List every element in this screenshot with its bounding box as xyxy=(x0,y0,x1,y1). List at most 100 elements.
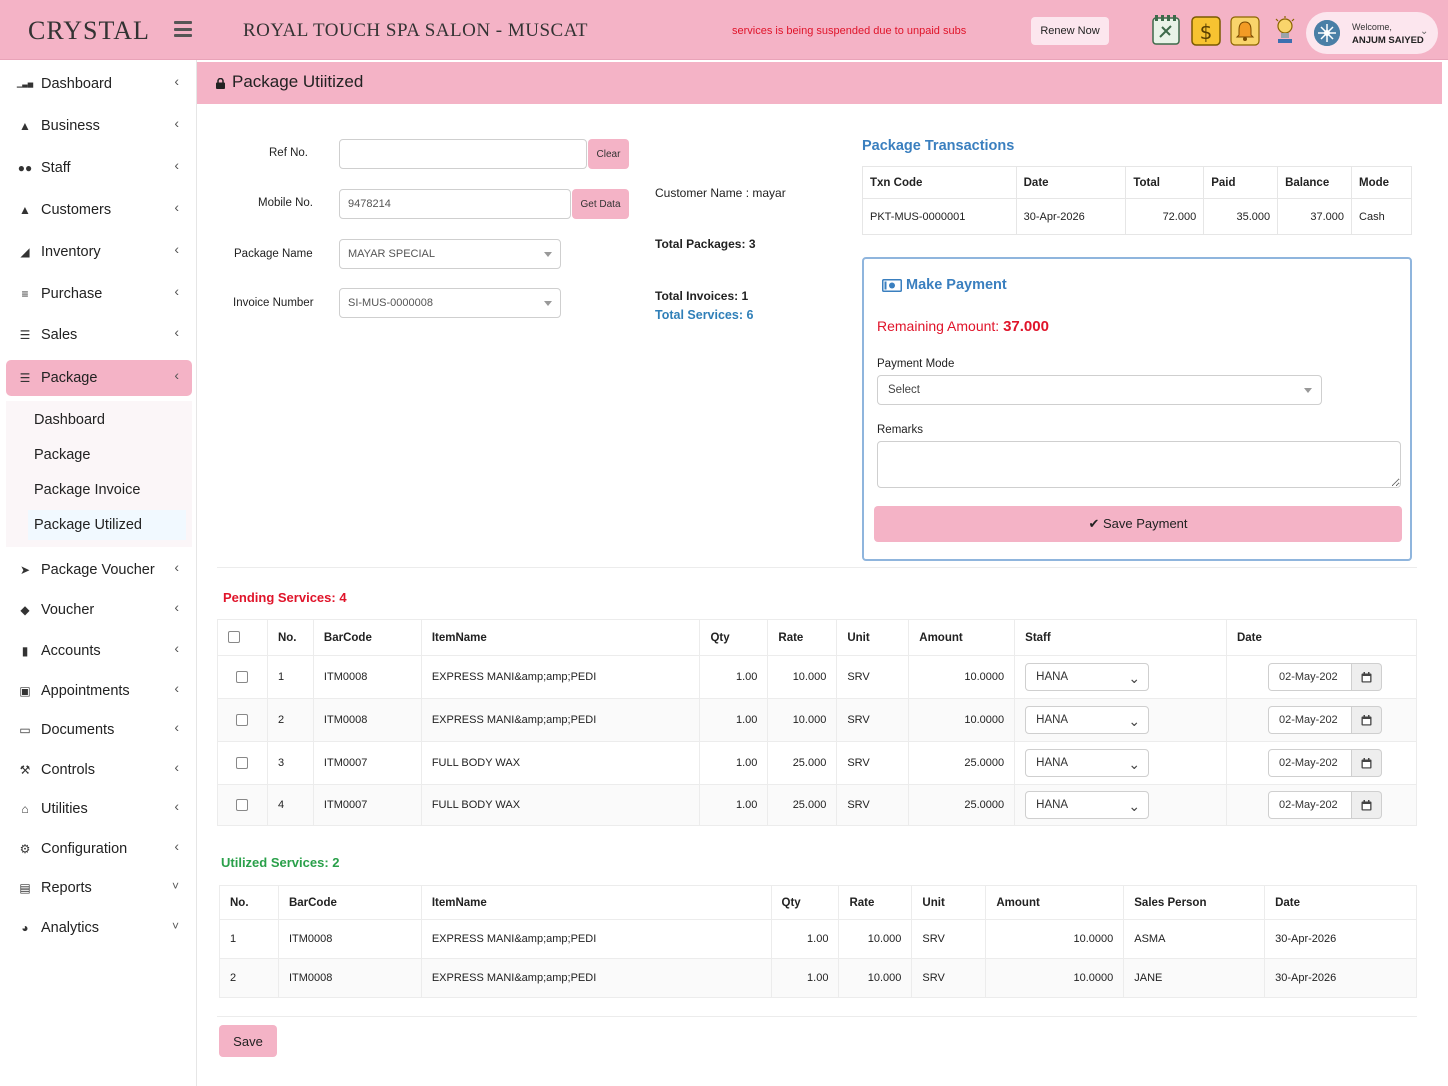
sidebar-item-voucher[interactable]: ◆ Voucher ‹ xyxy=(6,592,192,628)
staff-select[interactable]: HANA ⌄ xyxy=(1025,663,1150,691)
pending-amount-cell: 25.0000 xyxy=(908,784,1016,826)
col-no: No. xyxy=(266,619,314,656)
sidebar-item-reports[interactable]: ▤ Reports ˅ xyxy=(6,870,192,906)
staff-select[interactable]: HANA ⌄ xyxy=(1025,706,1150,734)
date-input[interactable]: 02-May-202 xyxy=(1267,706,1352,734)
lightbulb-icon[interactable] xyxy=(1270,15,1300,47)
sidebar-item-appointments[interactable]: ▣ Appointments ‹ xyxy=(6,673,192,709)
sidebar-item-analytics[interactable]: ◕ Analytics ˅ xyxy=(6,910,192,946)
sidebar-item-documents[interactable]: ▭ Documents ‹ xyxy=(6,712,192,748)
sidebar-subitem-package[interactable]: Package xyxy=(28,440,186,470)
transactions-title: Package Transactions xyxy=(862,138,1015,154)
ref-no-input[interactable] xyxy=(339,139,587,169)
sidebar-item-label: Controls xyxy=(41,762,95,778)
sidebar-item-package[interactable]: ☰ Package ‹ xyxy=(6,360,192,396)
invoice-number-select[interactable]: SI-MUS-0000008 xyxy=(339,288,561,318)
remarks-label: Remarks xyxy=(877,424,924,436)
utilized-date-cell: 30-Apr-2026 xyxy=(1264,919,1417,959)
sidebar-item-dashboard[interactable]: ▁▃▅ Dashboard ‹ xyxy=(6,66,192,102)
clear-button[interactable]: Clear xyxy=(588,139,629,169)
utilized-unit-cell: SRV xyxy=(911,958,987,998)
sidebar-item-accounts[interactable]: ▮ Accounts ‹ xyxy=(6,633,192,669)
select-all-checkbox[interactable] xyxy=(228,631,240,644)
sidebar-item-configuration[interactable]: ⚙ Configuration ‹ xyxy=(6,831,192,867)
row-checkbox[interactable] xyxy=(236,799,248,812)
table-header-row: No. BarCode ItemName Qty Rate Unit Amoun… xyxy=(217,619,1418,656)
wrench-icon: ⚒ xyxy=(19,763,31,777)
sidebar-item-package-voucher[interactable]: ➤ Package Voucher ‹ xyxy=(6,552,192,588)
utilized-no-cell: 1 xyxy=(219,919,279,959)
txn-paid-cell: 35.000 xyxy=(1203,198,1279,235)
book-icon: ▮ xyxy=(21,644,29,658)
menu-toggle-icon[interactable] xyxy=(174,21,192,37)
sidebar-item-label: Staff xyxy=(41,160,71,176)
sidebar-item-business[interactable]: ▲ Business ‹ xyxy=(6,108,192,144)
chevron-left-icon: ‹ xyxy=(174,719,179,735)
dollar-icon[interactable]: $ xyxy=(1191,15,1221,47)
pending-services-title: Pending Services: 4 xyxy=(223,590,347,605)
money-icon xyxy=(882,278,902,292)
pending-item-cell: FULL BODY WAX xyxy=(420,741,701,785)
total-invoices: Total Invoices: 1 xyxy=(655,289,749,303)
chevron-left-icon: ‹ xyxy=(174,640,179,656)
remarks-textarea[interactable] xyxy=(877,441,1401,488)
save-button[interactable]: Save xyxy=(219,1025,277,1057)
calendar-icon[interactable] xyxy=(1351,663,1382,691)
pending-item-cell: EXPRESS MANI&amp;amp;PEDI xyxy=(420,655,701,699)
calendar-icon[interactable] xyxy=(1351,791,1382,819)
package-name-select[interactable]: MAYAR SPECIAL xyxy=(339,239,561,269)
chevron-down-icon: ˅ xyxy=(171,879,179,893)
sidebar-subitem-dashboard[interactable]: Dashboard xyxy=(28,405,186,435)
sidebar-item-customers[interactable]: ▲ Customers ‹ xyxy=(6,192,192,228)
pie-chart-icon: ◕ xyxy=(21,921,29,935)
sidebar-item-label: Business xyxy=(41,118,100,134)
sidebar-item-sales[interactable]: ☰ Sales ‹ xyxy=(6,317,192,353)
table-header-row: No. BarCode ItemName Qty Rate Unit Amoun… xyxy=(219,885,1417,920)
table-row: 1 ITM0008 EXPRESS MANI&amp;amp;PEDI 1.00 10.… xyxy=(217,655,1418,699)
calendar-icon[interactable] xyxy=(1351,706,1382,734)
utilized-rate-cell: 10.000 xyxy=(838,958,913,998)
sidebar-item-label: Reports xyxy=(41,880,92,896)
mobile-no-input[interactable] xyxy=(339,189,571,219)
col-balance: Balance xyxy=(1277,166,1353,199)
save-payment-button[interactable]: ✔ Save Payment xyxy=(874,506,1402,542)
chevron-left-icon: ‹ xyxy=(174,599,179,615)
ref-no-label: Ref No. xyxy=(269,147,308,159)
row-checkbox[interactable] xyxy=(236,714,248,727)
list-icon: ☰ xyxy=(19,371,31,385)
sidebar-subitem-label: Dashboard xyxy=(34,412,105,428)
date-picker: 02-May-202 xyxy=(1267,706,1406,734)
renew-now-button[interactable]: Renew Now xyxy=(1031,17,1109,45)
col-staff: Staff xyxy=(1014,619,1227,656)
utilized-sales-person-cell: JANE xyxy=(1123,958,1266,998)
date-input[interactable]: 02-May-202 xyxy=(1267,749,1352,777)
calendar-icon[interactable] xyxy=(1351,749,1382,777)
pending-date-cell: 02-May-202 xyxy=(1225,784,1418,826)
staff-select[interactable]: HANA ⌄ xyxy=(1025,791,1150,819)
phone-book-icon[interactable] xyxy=(1151,15,1181,47)
sidebar-item-label: Analytics xyxy=(41,920,100,936)
staff-select[interactable]: HANA ⌄ xyxy=(1025,749,1150,777)
sidebar-item-inventory[interactable]: ◢ Inventory ‹ xyxy=(6,234,192,270)
sidebar-item-staff[interactable]: ●● Staff ‹ xyxy=(6,150,192,186)
date-input[interactable]: 02-May-202 xyxy=(1267,663,1352,691)
bar-chart-icon: ▁▃▅ xyxy=(16,81,34,88)
pending-rate-cell: 25.000 xyxy=(767,741,838,785)
col-rate: Rate xyxy=(767,619,838,656)
row-checkbox[interactable] xyxy=(236,757,248,770)
get-data-button[interactable]: Get Data xyxy=(572,189,629,219)
utilized-sales-person-cell: ASMA xyxy=(1123,919,1266,959)
sidebar-subitem-package-utilized[interactable]: Package Utilized xyxy=(28,510,186,540)
user-menu[interactable]: Welcome, ANJUM SAIYED ⌄ xyxy=(1306,12,1438,54)
sidebar-item-utilities[interactable]: ⌂ Utilities ‹ xyxy=(6,791,192,827)
id-card-icon: ▭ xyxy=(19,723,31,737)
payment-mode-select[interactable]: Select xyxy=(877,375,1322,405)
utilized-item-cell: EXPRESS MANI&amp;amp;PEDI xyxy=(420,958,772,998)
date-input[interactable]: 02-May-202 xyxy=(1267,791,1352,819)
sidebar-item-controls[interactable]: ⚒ Controls ‹ xyxy=(6,752,192,788)
bell-icon[interactable] xyxy=(1230,15,1260,47)
sidebar-subitem-package-invoice[interactable]: Package Invoice xyxy=(28,475,186,505)
sidebar-item-purchase[interactable]: ≡ Purchase ‹ xyxy=(6,276,192,312)
chevron-left-icon: ‹ xyxy=(174,798,179,814)
row-checkbox[interactable] xyxy=(236,671,248,684)
